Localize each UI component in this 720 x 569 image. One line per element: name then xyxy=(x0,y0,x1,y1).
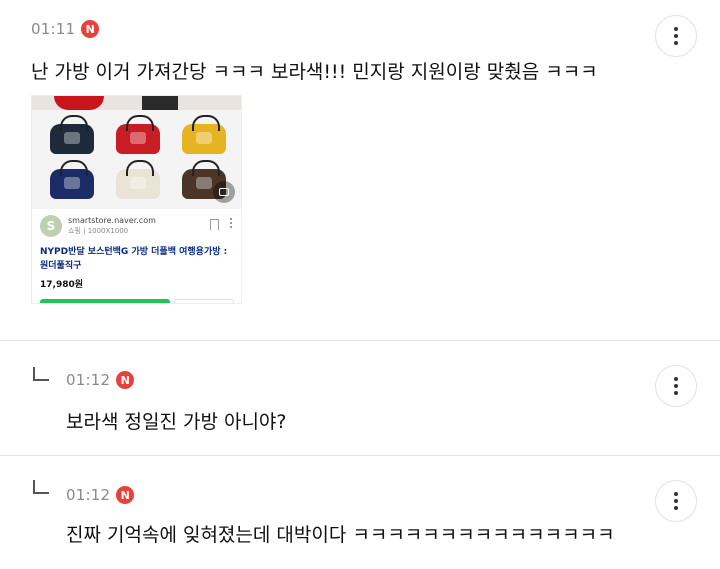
new-badge: N xyxy=(116,371,135,389)
comment-meta: 01:11 N xyxy=(31,20,100,38)
bag-image xyxy=(116,160,160,199)
card-info: S smartstore.naver.com 쇼핑 | 1000X1000 NY… xyxy=(32,209,241,290)
more-options-button[interactable] xyxy=(655,365,697,407)
image-search-icon[interactable] xyxy=(213,181,235,203)
reply-comment: 01:12 N 진짜 기억속에 잊혀졌는데 대박이다 ㅋㅋㅋㅋㅋㅋㅋㅋㅋㅋㅋㅋㅋ… xyxy=(0,455,720,569)
comment-meta: 01:12 N xyxy=(66,486,135,504)
more-vertical-icon xyxy=(674,377,678,395)
site-subtitle: 쇼핑 | 1000X1000 xyxy=(68,227,129,235)
reply-comment: 01:12 N 보라색 정일진 가방 아니야? xyxy=(0,340,720,455)
comment-time: 01:12 xyxy=(66,371,111,389)
secondary-button[interactable] xyxy=(174,299,234,303)
reply-arrow-icon xyxy=(33,367,49,381)
bag-image xyxy=(50,115,94,154)
reply-arrow-icon xyxy=(33,480,49,494)
comment-time: 01:12 xyxy=(66,486,111,504)
bag-image xyxy=(182,115,226,154)
comment-text: 보라색 정일진 가방 아니야? xyxy=(66,411,287,433)
comment-text: 진짜 기억속에 잊혀졌는데 대박이다 ㅋㅋㅋㅋㅋㅋㅋㅋㅋㅋㅋㅋㅋㅋㅋ xyxy=(66,524,615,546)
new-badge: N xyxy=(116,486,135,504)
new-badge: N xyxy=(81,20,100,38)
more-options-button[interactable] xyxy=(655,15,697,57)
more-vertical-icon xyxy=(674,492,678,510)
product-price: 17,980원 xyxy=(40,280,84,290)
bag-image xyxy=(116,115,160,154)
comment-meta: 01:12 N xyxy=(66,371,135,389)
bag-image xyxy=(50,160,94,199)
site-domain: smartstore.naver.com xyxy=(68,216,156,225)
comment-time: 01:11 xyxy=(31,20,76,38)
product-image xyxy=(32,96,241,209)
product-title: NYPD반달 보스턴백G 가방 더플백 여행용가방 : 원더풀직구 xyxy=(40,247,228,271)
site-logo: S xyxy=(40,215,62,237)
bookmark-icon[interactable] xyxy=(210,219,219,230)
more-vertical-icon[interactable] xyxy=(230,218,232,228)
link-preview-card[interactable]: S smartstore.naver.com 쇼핑 | 1000X1000 NY… xyxy=(31,95,242,304)
more-options-button[interactable] xyxy=(655,480,697,522)
buy-button[interactable] xyxy=(40,299,170,303)
comment: 01:11 N 난 가방 이거 가져간당 ㅋㅋㅋ 보라색!!! 민지랑 지원이랑… xyxy=(0,0,720,340)
comment-text: 난 가방 이거 가져간당 ㅋㅋㅋ 보라색!!! 민지랑 지원이랑 맞췄음 ㅋㅋㅋ xyxy=(31,61,598,83)
more-vertical-icon xyxy=(674,27,678,45)
